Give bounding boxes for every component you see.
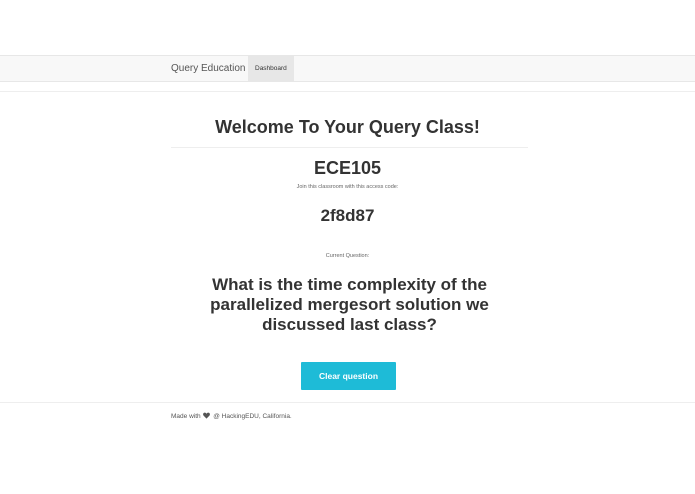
- title-divider: [171, 147, 528, 148]
- brand-link[interactable]: Query Education: [171, 56, 246, 81]
- page-title: Welcome To Your Query Class!: [215, 117, 480, 137]
- navbar: Query Education Dashboard: [0, 55, 695, 82]
- footer: Made with @ HackingEDU, California.: [171, 412, 292, 421]
- class-name: ECE105: [313, 158, 382, 178]
- footer-made-with: Made with: [171, 413, 201, 420]
- footer-divider: [0, 402, 695, 403]
- access-code: 2f8d87: [320, 206, 375, 225]
- current-question-label: Current Question:: [325, 253, 370, 259]
- clear-question-button[interactable]: Clear question: [301, 362, 396, 390]
- header-divider: [0, 91, 695, 92]
- footer-credit: @ HackingEDU, California.: [213, 413, 292, 420]
- heart-icon: [203, 412, 211, 421]
- current-question-text: What is the time complexity of the paral…: [210, 275, 489, 334]
- nav-dashboard[interactable]: Dashboard: [248, 56, 294, 81]
- access-code-label: Join this classroom with this access cod…: [296, 184, 399, 190]
